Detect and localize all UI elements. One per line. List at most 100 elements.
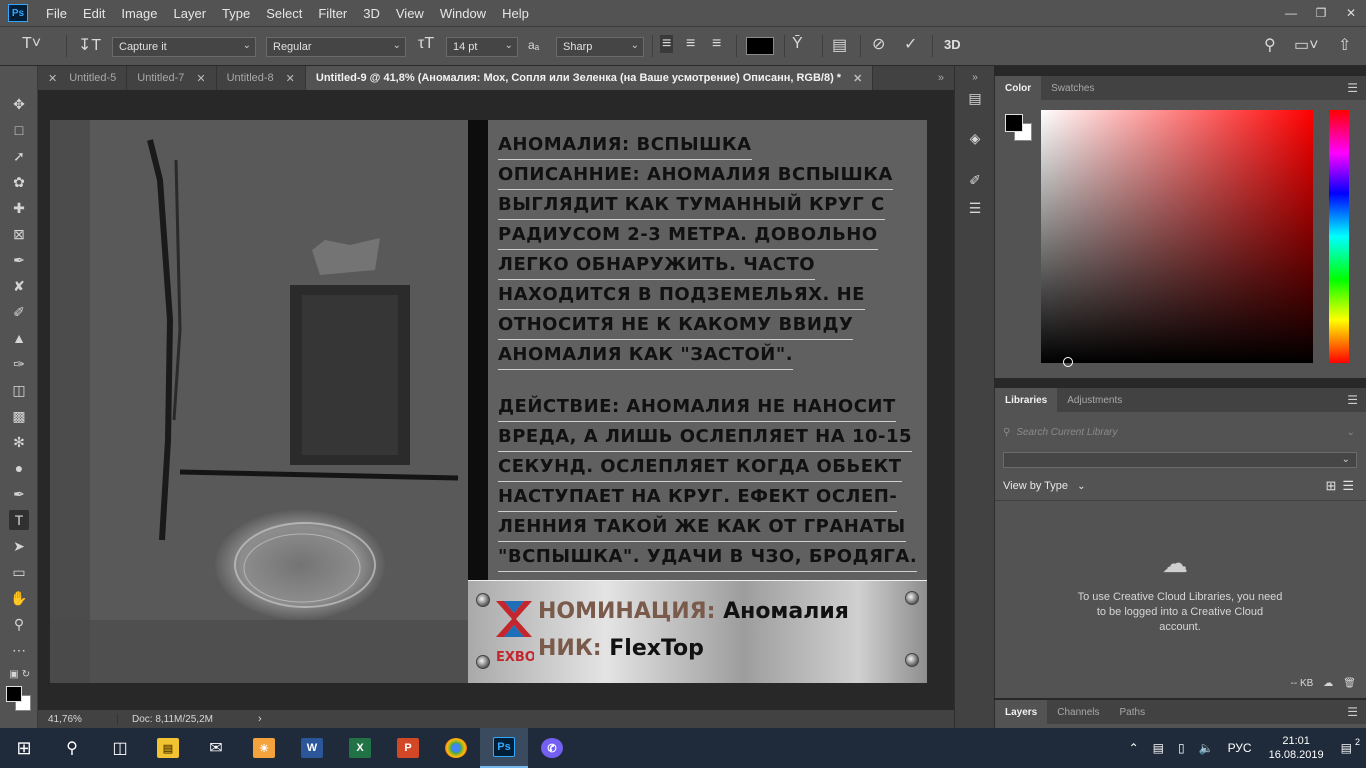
word-icon[interactable]: W: [288, 728, 336, 768]
photoshop-taskbar-icon[interactable]: Ps: [480, 728, 528, 768]
tab-channels[interactable]: Channels: [1047, 700, 1109, 724]
color-picker-cursor[interactable]: [1063, 357, 1073, 367]
workspace-icon[interactable]: ▭˅: [1294, 35, 1318, 55]
library-select[interactable]: ⌄: [1003, 452, 1357, 468]
chrome-icon[interactable]: [432, 728, 480, 768]
brush-tool-icon[interactable]: ✐: [9, 302, 29, 322]
restore-button[interactable]: ❐: [1306, 0, 1336, 26]
align-left-icon[interactable]: ≡: [660, 35, 674, 53]
volume-icon[interactable]: 🔈: [1192, 741, 1221, 755]
menu-edit[interactable]: Edit: [75, 6, 113, 21]
grid-view-icon[interactable]: ⊞: [1325, 478, 1336, 494]
zoom-level[interactable]: 41,76%: [38, 713, 118, 725]
swap-colors-icon[interactable]: ↻: [16, 664, 36, 684]
tab-color[interactable]: Color: [995, 76, 1042, 100]
menu-select[interactable]: Select: [258, 6, 310, 21]
panel-menu-icon[interactable]: ☰: [1347, 393, 1358, 407]
more-tools-icon[interactable]: ⋯: [9, 640, 29, 660]
mail-icon[interactable]: ✉: [192, 728, 240, 768]
document-canvas[interactable]: Аномалия: вспышка Описанние: аномалия вс…: [50, 120, 927, 683]
clone-stamp-tool-icon[interactable]: ▲: [9, 328, 29, 348]
tab-overflow-icon[interactable]: »: [928, 66, 954, 90]
windows-start-icon[interactable]: ⊞: [0, 728, 48, 768]
photos-icon[interactable]: ☀: [240, 728, 288, 768]
cancel-edits-icon[interactable]: ⊘: [872, 34, 885, 54]
eraser-tool-icon[interactable]: ◫: [9, 380, 29, 400]
align-right-icon[interactable]: ≡: [712, 35, 721, 53]
trash-icon[interactable]: 🗑: [1343, 678, 1356, 689]
action-text[interactable]: Действие: аномалия не наносит вреда, а л…: [498, 392, 927, 572]
expand-panels-icon[interactable]: »: [955, 72, 995, 83]
chevron-up-icon[interactable]: ⌃: [1122, 741, 1146, 755]
text-color-swatch[interactable]: [746, 37, 774, 55]
library-search-input[interactable]: ⚲ Search Current Library ⌄: [1003, 424, 1359, 440]
close-icon[interactable]: ✕: [853, 72, 862, 85]
quick-selection-tool-icon[interactable]: ✿: [9, 172, 29, 192]
type-tool-preset-icon[interactable]: T˅: [22, 35, 41, 53]
foreground-color-swatch[interactable]: [6, 686, 22, 702]
tab-untitled-8[interactable]: Untitled-8 ✕: [217, 66, 306, 90]
tab-swatches[interactable]: Swatches: [1041, 76, 1104, 100]
tab-adjustments[interactable]: Adjustments: [1057, 388, 1132, 412]
healing-brush-tool-icon[interactable]: ✘: [9, 276, 29, 296]
3d-panel-icon[interactable]: ◈: [965, 128, 985, 148]
type-tool-icon[interactable]: T: [9, 510, 29, 530]
menu-help[interactable]: Help: [494, 6, 537, 21]
tab-libraries[interactable]: Libraries: [995, 388, 1058, 412]
close-icon[interactable]: ✕: [48, 72, 57, 85]
file-explorer-icon[interactable]: ▤: [144, 728, 192, 768]
tab-untitled-5[interactable]: ✕ Untitled-5: [38, 66, 128, 90]
close-icon[interactable]: ✕: [196, 72, 205, 85]
task-view-icon[interactable]: ◫: [96, 728, 144, 768]
menu-3d[interactable]: 3D: [355, 6, 388, 21]
dodge-tool-icon[interactable]: ●: [9, 458, 29, 478]
panel-menu-icon[interactable]: ☰: [1347, 705, 1358, 719]
brushes-panel-icon[interactable]: ✐: [965, 170, 985, 190]
gradient-tool-icon[interactable]: ▩: [9, 406, 29, 426]
move-tool-icon[interactable]: ✥: [9, 94, 29, 114]
tab-layers[interactable]: Layers: [995, 700, 1048, 724]
font-style-select[interactable]: Regular ⌄: [266, 37, 406, 57]
status-menu-icon[interactable]: ›: [258, 713, 262, 725]
font-family-select[interactable]: Capture it ⌄: [112, 37, 256, 57]
language-indicator[interactable]: РУС: [1221, 741, 1259, 755]
3d-extrude-button[interactable]: 3D: [944, 37, 961, 52]
eyedropper-tool-icon[interactable]: ✒: [9, 250, 29, 270]
menu-type[interactable]: Type: [214, 6, 258, 21]
frame-tool-icon[interactable]: ⊠: [9, 224, 29, 244]
panel-menu-icon[interactable]: ☰: [1347, 81, 1358, 95]
tab-untitled-9[interactable]: Untitled-9 @ 41,8% (Аномалия: Мох, Сопля…: [305, 66, 874, 90]
notifications-icon[interactable]: ▤ 2: [1334, 737, 1366, 755]
search-icon[interactable]: ⚲: [48, 728, 96, 768]
path-selection-tool-icon[interactable]: ➤: [9, 536, 29, 556]
history-brush-tool-icon[interactable]: ✑: [9, 354, 29, 374]
clock[interactable]: 21:01 16.08.2019: [1259, 734, 1334, 762]
close-button[interactable]: ✕: [1336, 0, 1366, 26]
search-icon[interactable]: ⚲: [1264, 35, 1276, 55]
viber-icon[interactable]: ✆: [528, 728, 576, 768]
pen-tool-icon[interactable]: ✒: [9, 484, 29, 504]
color-field[interactable]: [1041, 110, 1313, 363]
close-icon[interactable]: ✕: [286, 72, 295, 85]
minimize-button[interactable]: —: [1276, 0, 1306, 26]
brush-settings-panel-icon[interactable]: ☰: [965, 198, 985, 218]
tab-untitled-7[interactable]: Untitled-7 ✕: [127, 66, 217, 90]
font-size-select[interactable]: 14 pt ⌄: [446, 37, 518, 57]
character-panel-icon[interactable]: ▤: [832, 35, 847, 55]
rectangle-tool-icon[interactable]: ▭: [9, 562, 29, 582]
blur-tool-icon[interactable]: ✻: [9, 432, 29, 452]
photoshop-logo[interactable]: Ps: [8, 4, 28, 22]
commit-edits-icon[interactable]: ✓: [904, 34, 917, 54]
menu-view[interactable]: View: [388, 6, 432, 21]
sync-status-icon[interactable]: ☁: [1323, 678, 1333, 689]
history-panel-icon[interactable]: ▤: [965, 88, 985, 108]
menu-filter[interactable]: Filter: [310, 6, 355, 21]
network-icon[interactable]: ▤: [1146, 741, 1171, 755]
foreground-color-swatch[interactable]: [1005, 114, 1023, 132]
powerpoint-icon[interactable]: P: [384, 728, 432, 768]
warp-text-icon[interactable]: Ȳ: [792, 35, 803, 53]
menu-file[interactable]: File: [38, 6, 75, 21]
view-by-select[interactable]: View by Type ⌄: [1003, 480, 1085, 492]
tab-paths[interactable]: Paths: [1110, 700, 1156, 724]
canvas-area[interactable]: Аномалия: вспышка Описанние: аномалия вс…: [38, 90, 954, 710]
